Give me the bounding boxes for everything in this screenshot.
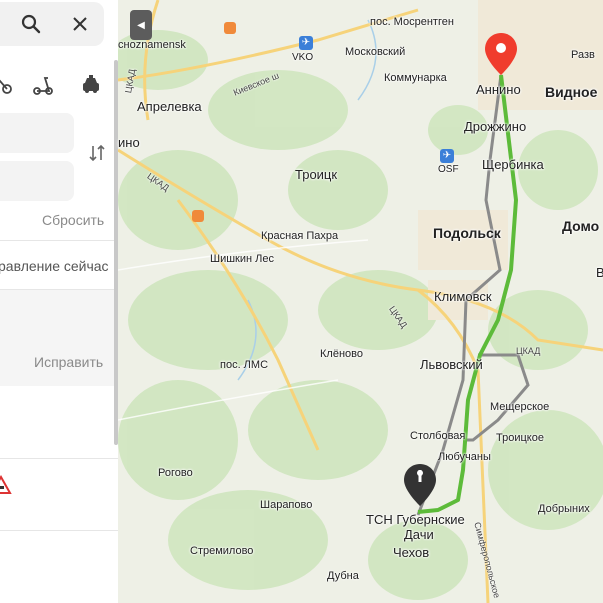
- road-label: ЦКАД: [516, 346, 541, 356]
- map-label: Столбовая: [410, 430, 466, 442]
- map-label: Аннино: [476, 82, 521, 97]
- map-label: Разв: [571, 49, 595, 61]
- map-label: Климовск: [434, 289, 492, 304]
- map-label: Московский: [345, 46, 406, 58]
- reset-button[interactable]: Сбросить: [42, 212, 104, 228]
- scooter-icon[interactable]: [28, 70, 58, 100]
- origin-pin-icon[interactable]: [404, 464, 436, 506]
- divider: [0, 530, 118, 531]
- fuel-icon[interactable]: [224, 22, 236, 34]
- map-label: сноznamensk: [118, 39, 186, 51]
- taxi-icon[interactable]: [76, 70, 106, 100]
- map-label: VKO: [292, 52, 314, 63]
- map-label: Апрелевка: [137, 99, 202, 114]
- map-label: Шарапово: [260, 499, 313, 511]
- map-background: [118, 0, 603, 603]
- bicycle-icon[interactable]: [0, 70, 16, 100]
- airport-icon[interactable]: ✈: [440, 149, 454, 163]
- map-label: Рогово: [158, 467, 193, 479]
- map-label: Коммунарка: [384, 72, 447, 84]
- map-label: Щербинка: [482, 157, 544, 172]
- close-icon[interactable]: [65, 9, 95, 39]
- divider: [0, 458, 118, 459]
- map-label: Троицкое: [496, 432, 544, 444]
- map-label: Чехов: [393, 545, 430, 560]
- fuel-icon[interactable]: [192, 210, 204, 222]
- map-label: Шишкин Лес: [210, 253, 274, 265]
- destination-pin-icon[interactable]: [485, 33, 517, 75]
- transport-modes: [0, 70, 118, 100]
- route-option[interactable]: [0, 290, 118, 386]
- map-label: В: [596, 265, 603, 280]
- to-field[interactable]: [0, 161, 74, 201]
- map-label: Стремилово: [190, 545, 254, 557]
- map-label: пос. ЛМС: [220, 359, 269, 371]
- map-canvas[interactable]: пос. Мосрентген сноznamensk Московский V…: [118, 0, 603, 603]
- map-label: пос. Мосрентген: [370, 16, 454, 28]
- airport-icon[interactable]: ✈: [299, 36, 313, 50]
- map-label: ино: [118, 135, 140, 150]
- map-label: Видное: [545, 84, 598, 100]
- route-panel: Сбросить равление сейчас Исправить: [0, 0, 118, 603]
- map-label: Подольск: [433, 225, 501, 241]
- map-label: OSF: [438, 164, 459, 175]
- map-label: Домо: [562, 218, 600, 234]
- departure-now-label[interactable]: равление сейчас: [0, 258, 109, 274]
- map-label: Дубна: [327, 570, 359, 582]
- map-label: Любучаны: [438, 451, 491, 463]
- map-label: Троицк: [295, 167, 338, 182]
- map-label: Дачи: [404, 527, 434, 542]
- map-label: Дрожжино: [464, 119, 527, 134]
- swap-icon[interactable]: [82, 138, 112, 168]
- warning-icon: [0, 470, 16, 500]
- map-label: ТСН Губернские: [366, 512, 465, 527]
- map-label: Мещерское: [490, 401, 550, 413]
- fix-button[interactable]: Исправить: [34, 354, 103, 370]
- map-label: Добрыних: [538, 503, 590, 515]
- collapse-panel-button[interactable]: ◀: [130, 10, 152, 40]
- map-label: Львовский: [420, 357, 483, 372]
- from-field[interactable]: [0, 113, 74, 153]
- divider: [0, 240, 118, 241]
- search-icon[interactable]: [16, 9, 46, 39]
- map-label: Красная Пахра: [261, 230, 339, 242]
- map-label: Клёново: [320, 348, 363, 360]
